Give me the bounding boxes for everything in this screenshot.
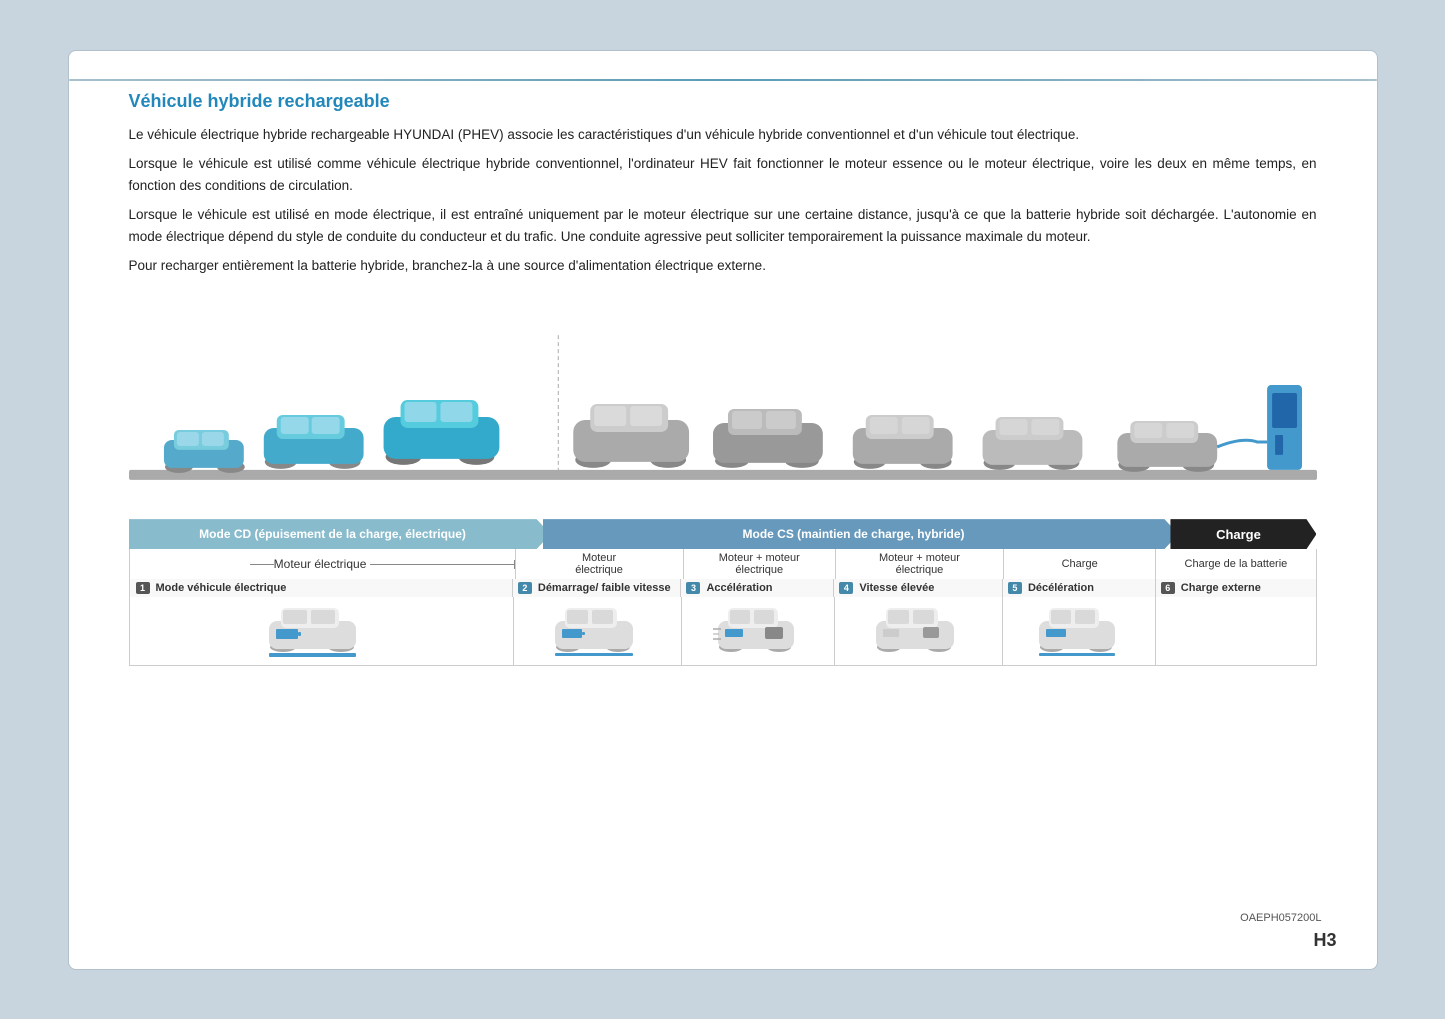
col-label-1: 1 Mode véhicule électrique — [130, 579, 513, 597]
col-3-label: Accélération — [706, 582, 772, 594]
mode-charge-bar: Charge — [1170, 519, 1316, 549]
col-1-label: Mode véhicule électrique — [156, 582, 287, 594]
motor-col-4: Moteur + moteurélectrique — [836, 549, 1004, 579]
col-label-4: 4 Vitesse élevée — [834, 579, 1003, 597]
mode-cd-bar: Mode CD (épuisement de la charge, électr… — [129, 519, 551, 549]
badge-6: 6 — [1161, 582, 1175, 594]
col-label-6: 6 Charge externe — [1156, 579, 1316, 597]
mode-charge-label: Charge — [1216, 527, 1261, 542]
motor-row: Moteur électrique Moteurélectrique Moteu… — [129, 549, 1317, 579]
col-4-label: Vitesse élevée — [859, 582, 934, 594]
badge-1: 1 — [136, 582, 150, 594]
label-row: 1 Mode véhicule électrique 2 Démarrage/ … — [129, 579, 1317, 597]
motor-electrique-label: Moteur électrique — [274, 557, 371, 571]
page-title: Véhicule hybride rechargeable — [129, 91, 1317, 112]
col-2-label: Démarrage/ faible vitesse — [538, 582, 671, 594]
diagram-section: Mode CD (épuisement de la charge, électr… — [129, 305, 1317, 938]
page-container: Véhicule hybride rechargeable Le véhicul… — [68, 50, 1378, 970]
badge-2: 2 — [518, 582, 532, 594]
car-icon-cell-2 — [514, 597, 683, 665]
motor-col-2: Moteurélectrique — [516, 549, 684, 579]
paragraph-2: Lorsque le véhicule est utilisé comme vé… — [129, 153, 1317, 196]
badge-5: 5 — [1008, 582, 1022, 594]
motor-col-6: Charge de la batterie — [1156, 549, 1315, 579]
paragraph-4: Pour recharger entièrement la batterie h… — [129, 255, 1317, 277]
top-decorative-line — [69, 79, 1377, 81]
cars-icon-row — [129, 597, 1317, 666]
col-label-3: 3 Accélération — [681, 579, 834, 597]
car-scene — [129, 305, 1317, 515]
badge-4: 4 — [839, 582, 853, 594]
paragraph-3: Lorsque le véhicule est utilisé en mode … — [129, 204, 1317, 247]
mode-cd-label: Mode CD (épuisement de la charge, électr… — [199, 527, 466, 541]
car-icon-cell-1 — [130, 597, 514, 665]
document-code: OAEPH057200L — [1240, 912, 1321, 924]
car-icon-cell-5 — [1003, 597, 1156, 665]
motor-col-5: Charge — [1004, 549, 1156, 579]
motor-col-3: Moteur + moteurélectrique — [684, 549, 836, 579]
car-icon-cell-6 — [1156, 597, 1316, 665]
mode-cs-label: Mode CS (maintien de charge, hybride) — [743, 527, 965, 541]
car-icon-cell-3 — [682, 597, 835, 665]
page-number: H3 — [1313, 930, 1336, 951]
car-icon-cell-4 — [835, 597, 1004, 665]
col-6-label: Charge externe — [1181, 582, 1261, 594]
badge-3: 3 — [686, 582, 700, 594]
paragraph-1: Le véhicule électrique hybride rechargea… — [129, 124, 1317, 146]
mode-cs-bar: Mode CS (maintien de charge, hybride) — [543, 519, 1179, 549]
col-label-2: 2 Démarrage/ faible vitesse — [513, 579, 682, 597]
mode-bars-row: Mode CD (épuisement de la charge, électr… — [129, 519, 1317, 549]
col-5-label: Décélération — [1028, 582, 1094, 594]
col-label-5: 5 Décélération — [1003, 579, 1156, 597]
